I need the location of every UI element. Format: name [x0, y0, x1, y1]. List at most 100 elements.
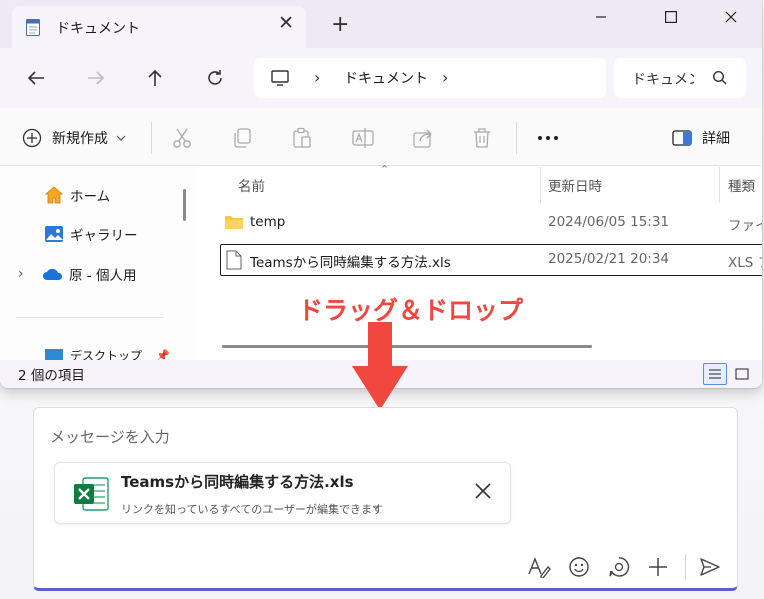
search-placeholder: ドキュメン — [632, 72, 694, 88]
title-bar: ドキュメント ✕ + — [0, 0, 762, 48]
folder-icon — [225, 216, 243, 229]
tab-close-icon[interactable]: ✕ — [278, 14, 294, 33]
sidebar-item-label: 原 - 個人用 — [69, 268, 137, 284]
format-button[interactable] — [526, 554, 552, 580]
new-button[interactable]: 新規作成 — [22, 126, 126, 150]
tab-documents[interactable]: ドキュメント ✕ — [12, 6, 306, 48]
delete-button[interactable] — [472, 126, 492, 150]
column-header-type[interactable]: 種類 — [728, 175, 755, 195]
compose-divider — [685, 554, 686, 580]
up-button[interactable] — [141, 64, 169, 92]
address-bar[interactable]: › ドキュメント › — [254, 58, 606, 98]
excel-icon — [74, 477, 109, 511]
attachment-card[interactable]: Teamsから同時編集する方法.xls リンクを知っているすべてのユーザーが編集… — [54, 462, 511, 524]
close-window-button[interactable] — [708, 4, 754, 30]
scissors-icon — [173, 128, 191, 148]
chevron-right-icon[interactable]: › — [18, 266, 42, 282]
file-type: XLS フ — [728, 255, 762, 271]
toolbar-divider — [516, 122, 517, 154]
file-row-selected[interactable]: Teamsから同時編集する方法.xls 2025/02/21 20:34 XLS… — [220, 244, 762, 276]
arrow-up-icon — [148, 69, 162, 86]
sidebar-item-gallery[interactable]: ギャラリー — [44, 222, 138, 246]
file-modified: 2025/02/21 20:34 — [548, 251, 670, 267]
nav-divider — [16, 317, 164, 318]
details-view-button[interactable] — [703, 363, 727, 385]
loop-button[interactable] — [606, 554, 632, 580]
chevron-right-icon[interactable]: › — [442, 68, 448, 87]
drag-drop-annotation: ドラッグ＆ドロップ — [298, 296, 524, 325]
plus-icon — [649, 558, 667, 576]
navigation-pane: ホーム ギャラリー › 原 - 個人用 デスクトップ 📌 — [0, 167, 196, 363]
format-pen-icon — [528, 557, 551, 578]
toolbar-divider — [151, 122, 152, 154]
navigation-bar: › ドキュメント › ドキュメン — [0, 48, 762, 108]
new-tab-icon[interactable]: + — [331, 14, 349, 36]
refresh-icon — [208, 70, 222, 85]
arrow-right-icon — [88, 71, 105, 85]
file-type: ファイル — [728, 218, 762, 234]
loop-icon — [609, 557, 630, 577]
plus-circle-icon — [22, 128, 42, 148]
search-box[interactable]: ドキュメン — [614, 58, 746, 98]
chevron-down-icon[interactable]: ⌄ — [371, 499, 380, 512]
sidebar-item-label: ギャラリー — [70, 228, 138, 244]
list-view-icon — [709, 369, 721, 379]
sidebar-item-home[interactable]: ホーム — [44, 183, 110, 207]
tiles-view-icon — [735, 368, 749, 380]
column-header-modified[interactable]: 更新日時 — [548, 175, 602, 195]
back-button[interactable] — [22, 64, 50, 92]
message-input-placeholder[interactable]: メッセージを入力 — [50, 426, 170, 447]
share-icon — [413, 129, 432, 148]
chevron-right-icon: › — [314, 68, 321, 87]
item-count: 2 個の項目 — [18, 368, 85, 384]
close-icon — [725, 11, 737, 23]
search-icon — [712, 70, 727, 85]
attachment-name: Teamsから同時編集する方法.xls — [121, 473, 354, 491]
new-label: 新規作成 — [52, 131, 108, 147]
send-button[interactable] — [697, 554, 723, 580]
arrow-left-icon — [27, 71, 44, 85]
details-label: 詳細 — [702, 131, 730, 147]
cut-button[interactable] — [172, 126, 192, 150]
tab-title: ドキュメント — [56, 21, 140, 37]
column-divider[interactable] — [540, 167, 541, 203]
message-compose-box[interactable]: メッセージを入力 Teamsから同時編集する方法.xls リンクを知っているすべ… — [33, 407, 738, 591]
forward-button[interactable] — [82, 64, 110, 92]
attachment-permission[interactable]: リンクを知っているすべてのユーザーが編集できます — [121, 501, 383, 517]
down-arrow-icon — [352, 322, 408, 410]
copy-button[interactable] — [232, 126, 252, 150]
paste-button[interactable] — [292, 126, 312, 150]
home-icon — [44, 186, 64, 204]
sidebar-item-onedrive[interactable]: › 原 - 個人用 — [18, 262, 136, 286]
onedrive-cloud-icon — [43, 268, 63, 280]
refresh-button[interactable] — [201, 64, 229, 92]
emoji-icon — [569, 557, 589, 577]
document-icon — [226, 250, 242, 270]
sort-caret-icon: ⌃ — [380, 163, 390, 176]
rename-icon — [352, 128, 374, 148]
maximize-icon — [665, 11, 677, 23]
rename-button[interactable] — [352, 126, 374, 150]
details-pane-button[interactable]: 詳細 — [672, 126, 730, 150]
trash-icon — [474, 128, 490, 148]
send-icon — [700, 558, 720, 576]
address-location[interactable]: ドキュメント — [344, 68, 428, 88]
gallery-icon — [45, 226, 63, 242]
tiles-view-button[interactable] — [730, 363, 754, 385]
nav-scrollbar[interactable] — [183, 189, 186, 221]
remove-attachment-icon[interactable] — [473, 481, 493, 501]
share-button[interactable] — [412, 126, 434, 150]
add-button[interactable] — [645, 554, 671, 580]
minimize-button[interactable] — [578, 4, 624, 30]
copy-icon — [234, 128, 251, 148]
more-options-button[interactable] — [537, 126, 559, 150]
emoji-button[interactable] — [566, 554, 592, 580]
clipboard-icon — [293, 127, 311, 148]
column-header-name[interactable]: 名前 — [238, 175, 265, 195]
maximize-button[interactable] — [648, 4, 694, 30]
file-list: ⌃ 名前 更新日時 種類 temp 2024/06/05 15:31 ファイル … — [200, 163, 762, 360]
file-row[interactable]: temp 2024/06/05 15:31 ファイル — [220, 207, 762, 239]
details-pane-icon — [672, 130, 692, 146]
column-divider[interactable] — [719, 167, 720, 203]
command-bar: 新規作成 詳細 — [0, 108, 762, 166]
